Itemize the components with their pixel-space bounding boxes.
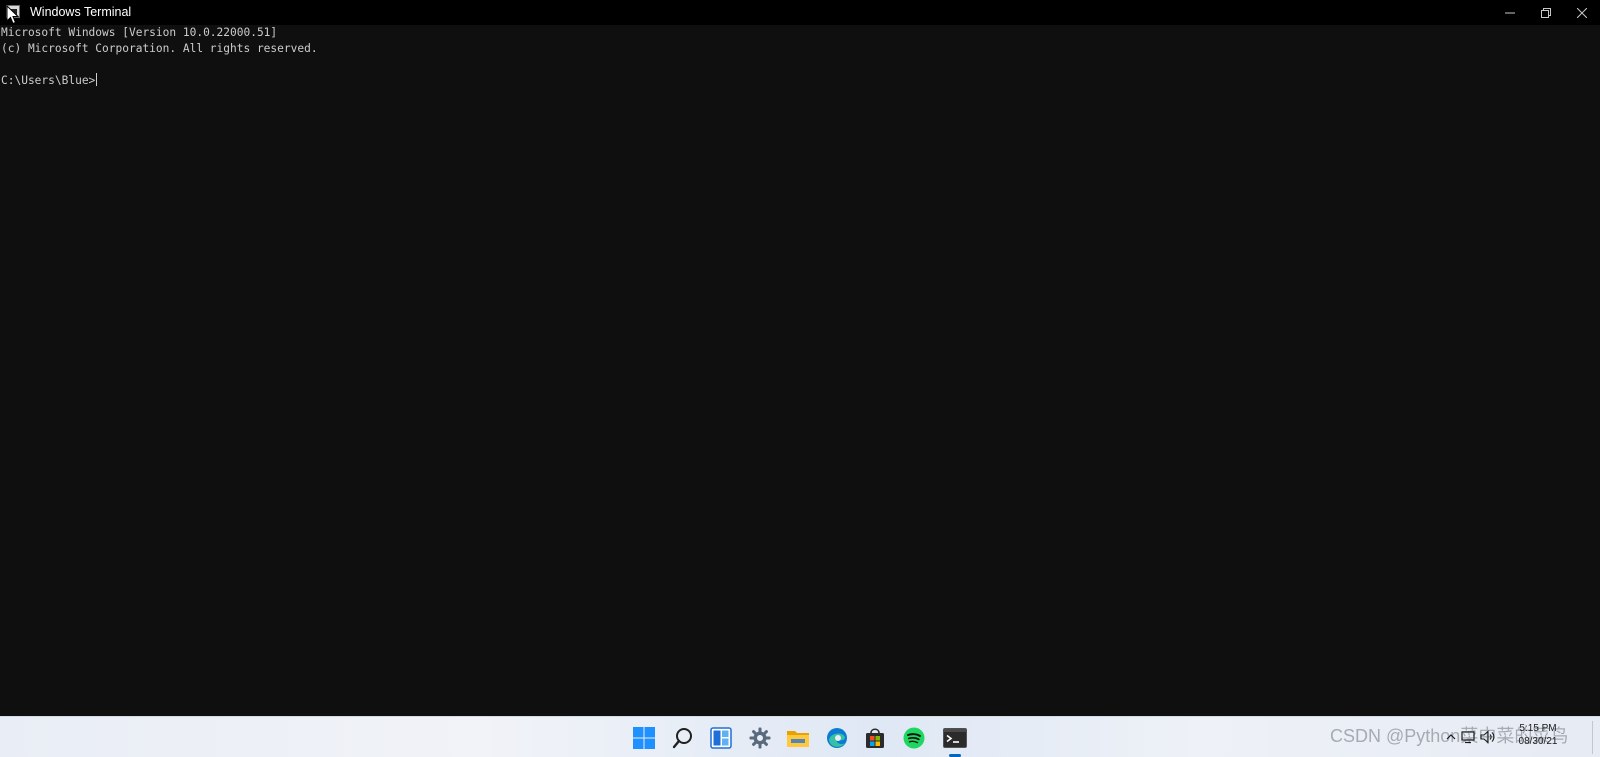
gear-icon [749,727,771,749]
text-cursor [96,73,98,86]
clock-time: 5:15 PM [1519,723,1557,734]
taskbar: CSDN @Python菜中菜的菜鸟 5:15 PM 08/30/21 [0,716,1600,757]
terminal-button[interactable] [942,725,968,751]
terminal-icon [943,728,967,748]
clock-date: 08/30/21 [1518,736,1558,747]
terminal-prompt: C:\Users\Blue> [1,74,96,87]
store-button[interactable] [862,725,888,751]
settings-button[interactable] [747,725,773,751]
minimize-icon [1505,12,1515,13]
terminal-line: Microsoft Windows [Version 10.0.22000.51… [1,26,278,39]
speaker-icon [1480,730,1495,744]
edge-icon [827,728,847,748]
edge-button[interactable] [824,725,850,751]
network-icon [1461,731,1475,744]
spotify-button[interactable] [901,725,927,751]
window-title: Windows Terminal [30,5,132,19]
widgets-button[interactable] [708,725,734,751]
show-desktop-button[interactable] [1592,721,1593,754]
store-icon [866,728,884,748]
spotify-icon [903,727,925,749]
terminal-line: (c) Microsoft Corporation. All rights re… [1,42,318,55]
network-button[interactable] [1460,729,1476,745]
close-icon [1577,7,1587,18]
widgets-icon [710,727,732,749]
tray-overflow-button[interactable] [1443,729,1459,745]
chevron-up-icon [1446,734,1456,740]
start-button[interactable] [631,725,657,751]
search-button[interactable] [670,725,696,751]
system-clock[interactable]: 5:15 PM 08/30/21 [1508,722,1568,748]
terminal-output[interactable]: Microsoft Windows [Version 10.0.22000.51… [0,25,1600,716]
folder-icon [787,731,809,747]
terminal-app-icon[interactable] [6,5,20,18]
title-bar[interactable]: Windows Terminal [0,0,1600,25]
close-button[interactable] [1564,0,1600,25]
search-icon [672,728,692,749]
restore-icon [1541,7,1551,18]
terminal-prompt-line[interactable]: C:\Users\Blue> [0,73,1600,89]
restore-button[interactable] [1528,0,1564,25]
volume-button[interactable] [1480,729,1496,745]
minimize-button[interactable] [1492,0,1528,25]
screen: Windows Terminal Microsoft Windows [Vers… [0,0,1600,757]
file-explorer-button[interactable] [785,725,811,751]
windows-logo-icon [633,727,655,749]
